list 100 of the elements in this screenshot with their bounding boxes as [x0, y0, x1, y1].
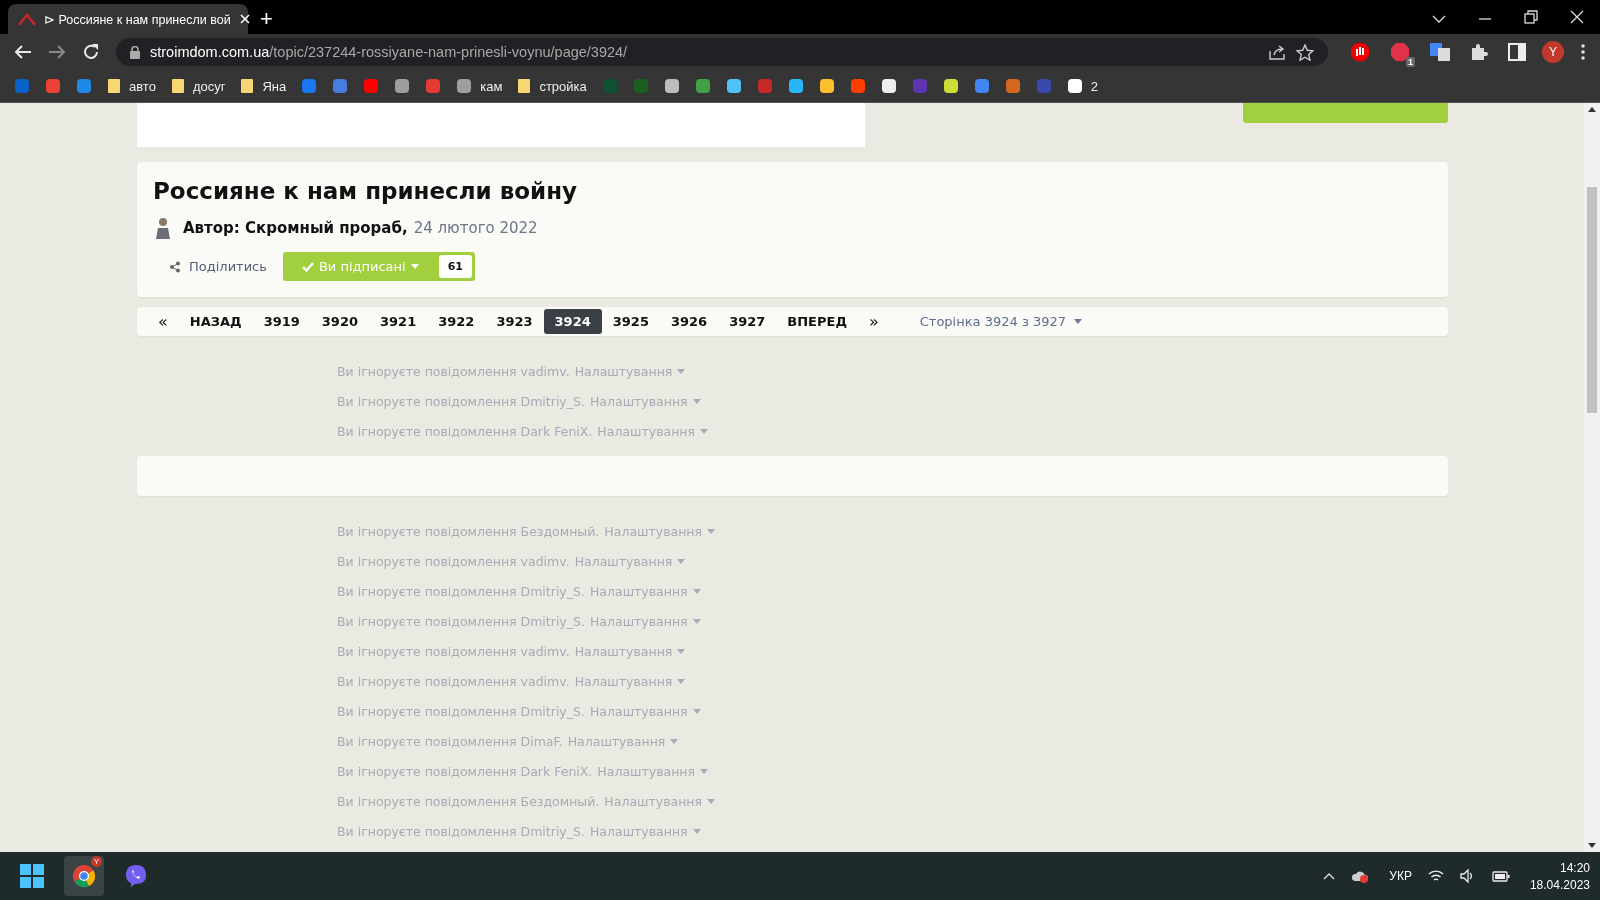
site-icon[interactable]	[663, 78, 680, 94]
browser-taskbar-button[interactable]: Y	[64, 856, 104, 896]
bookmark[interactable]: кам	[456, 78, 503, 94]
caret-icon	[410, 264, 419, 269]
caret-icon	[677, 648, 686, 654]
browser-tab[interactable]: ⊳ Россияне к нам принесли вой	[8, 4, 248, 34]
bookmark-label: Яна	[262, 78, 287, 94]
bookmark-label: 2	[1090, 78, 1099, 94]
new-tab-button[interactable]: +	[254, 6, 279, 32]
site-icon[interactable]	[725, 78, 742, 94]
page-link[interactable]: 3919	[252, 309, 311, 334]
bookmark-label: кам	[480, 78, 503, 94]
forward-arrow-icon[interactable]	[48, 44, 66, 60]
extension-badge: 1	[1406, 57, 1415, 67]
profile-avatar[interactable]: Y	[1542, 41, 1564, 63]
site-icon[interactable]	[394, 78, 411, 94]
caret-icon	[692, 398, 701, 404]
ignored-notice: Ви ігноруєте повідомлення Бездомный.	[337, 793, 600, 809]
battery-icon[interactable]	[1491, 870, 1510, 882]
caret-icon	[670, 738, 679, 744]
share-link[interactable]: Поділитись	[169, 259, 267, 274]
site-icon	[1066, 78, 1083, 94]
avatar-figure-icon	[153, 216, 173, 240]
scroll-down-icon[interactable]	[1588, 843, 1596, 848]
cloud-icon[interactable]	[1351, 869, 1370, 883]
page-link[interactable]: 3922	[427, 309, 486, 334]
page-link[interactable]: 3923	[485, 309, 544, 334]
ignored-notice: Ви ігноруєте повідомлення Dmitriy_S.	[337, 613, 585, 629]
bookmark-label: досуг	[192, 78, 226, 94]
caret-icon	[1074, 319, 1083, 324]
page-link[interactable]: 3927	[718, 309, 777, 334]
bookmark[interactable]: досуг	[170, 78, 226, 94]
previous-link[interactable]: НАЗАД	[178, 309, 253, 334]
profile-badge: Y	[91, 856, 102, 867]
ignored-notice: Ви ігноруєте повідомлення DimaF.	[337, 733, 563, 749]
ignored-notice: Ви ігноруєте повідомлення vadimv.	[337, 363, 570, 379]
share-icon[interactable]	[1268, 44, 1286, 60]
follow-button[interactable]: Ви підписані 61	[282, 252, 475, 281]
ignored-notice: Ви ігноруєте повідомлення vadimv.	[337, 643, 570, 659]
side-panel-icon[interactable]	[1508, 43, 1526, 61]
author-name[interactable]: Автор: Скромный прораб,	[183, 219, 408, 237]
folder-icon	[240, 78, 255, 94]
windows-start-icon[interactable]	[20, 864, 44, 888]
more-menu-icon[interactable]	[1580, 43, 1586, 61]
clock-time[interactable]: 14:20	[1559, 860, 1590, 875]
site-icon[interactable]	[880, 78, 897, 94]
next-link[interactable]: ВПЕРЕД	[776, 309, 858, 334]
clock-date[interactable]: 18.04.2023	[1529, 877, 1590, 892]
bookmark-label: стройка	[539, 78, 587, 94]
star-icon[interactable]	[1296, 43, 1314, 61]
site-icon[interactable]	[942, 78, 959, 94]
site-icon[interactable]	[818, 78, 835, 94]
page-link[interactable]: 3926	[659, 309, 719, 334]
ignored-notice: Ви ігноруєте повідомлення Dark FeniX.	[337, 423, 593, 439]
caret-icon	[692, 618, 701, 624]
restore-icon[interactable]	[1524, 10, 1538, 24]
phone-bubble-icon[interactable]	[124, 864, 148, 888]
reload-icon[interactable]	[82, 43, 100, 61]
site-icon[interactable]	[787, 78, 804, 94]
bookmark[interactable]: Яна	[240, 78, 287, 94]
ignored-notice: Ви ігноруєте повідомлення Dmitriy_S.	[337, 823, 585, 839]
page-link[interactable]: 3921	[369, 309, 428, 334]
stop-sign-icon[interactable]	[1390, 42, 1410, 62]
follow-label: Ви підписані	[318, 259, 406, 274]
bookmark[interactable]: стройка	[517, 78, 587, 94]
folder-icon	[517, 78, 532, 94]
page-link[interactable]: 3925	[601, 309, 660, 334]
ignored-notice: Ви ігноруєте повідомлення Dmitriy_S.	[337, 703, 585, 719]
page-link[interactable]: 3920	[310, 309, 369, 334]
caret-icon	[707, 528, 716, 534]
bookmark[interactable]: 2	[1066, 78, 1099, 94]
puzzle-icon[interactable]	[1470, 43, 1488, 61]
scroll-up-icon[interactable]	[1588, 107, 1596, 112]
chevron-up-icon[interactable]	[1323, 872, 1336, 880]
ignored-notice: Ви ігноруєте повідомлення vadimv.	[337, 553, 570, 569]
check-icon	[301, 261, 314, 272]
wifi-icon[interactable]	[1427, 870, 1444, 882]
chevron-down-icon[interactable]	[1432, 14, 1446, 24]
site-icon	[456, 78, 473, 94]
caret-icon	[677, 558, 686, 564]
caret-icon	[677, 368, 686, 374]
browser-icon	[72, 864, 96, 888]
ignored-notice: Ви ігноруєте повідомлення Dmitriy_S.	[337, 583, 585, 599]
follower-count: 61	[438, 255, 472, 278]
last-page-link[interactable]: »	[857, 307, 890, 336]
caret-icon	[700, 768, 709, 774]
close-icon[interactable]	[1570, 10, 1584, 24]
ignored-notice: Ви ігноруєте повідомлення Dark FeniX.	[337, 763, 593, 779]
first-page-link[interactable]: «	[147, 307, 179, 336]
back-arrow-icon[interactable]	[14, 44, 32, 60]
language-indicator[interactable]: УКР	[1389, 869, 1412, 883]
bookmark-label: авто	[129, 78, 156, 94]
post-date: 24 лютого 2022	[413, 219, 538, 237]
share-icon	[169, 260, 181, 273]
page-link[interactable]: 3924	[543, 309, 602, 334]
folder-icon	[107, 78, 121, 94]
ignored-notice: Ви ігноруєте повідомлення Бездомный.	[337, 523, 600, 539]
address-bar[interactable]: stroimdom.com.ua/topic/237244-rossiyane-nam-prinesli-voynu/page/3924/	[116, 38, 1328, 66]
bookmark[interactable]: авто	[107, 78, 156, 94]
scrollbar-thumb[interactable]	[1587, 187, 1597, 413]
